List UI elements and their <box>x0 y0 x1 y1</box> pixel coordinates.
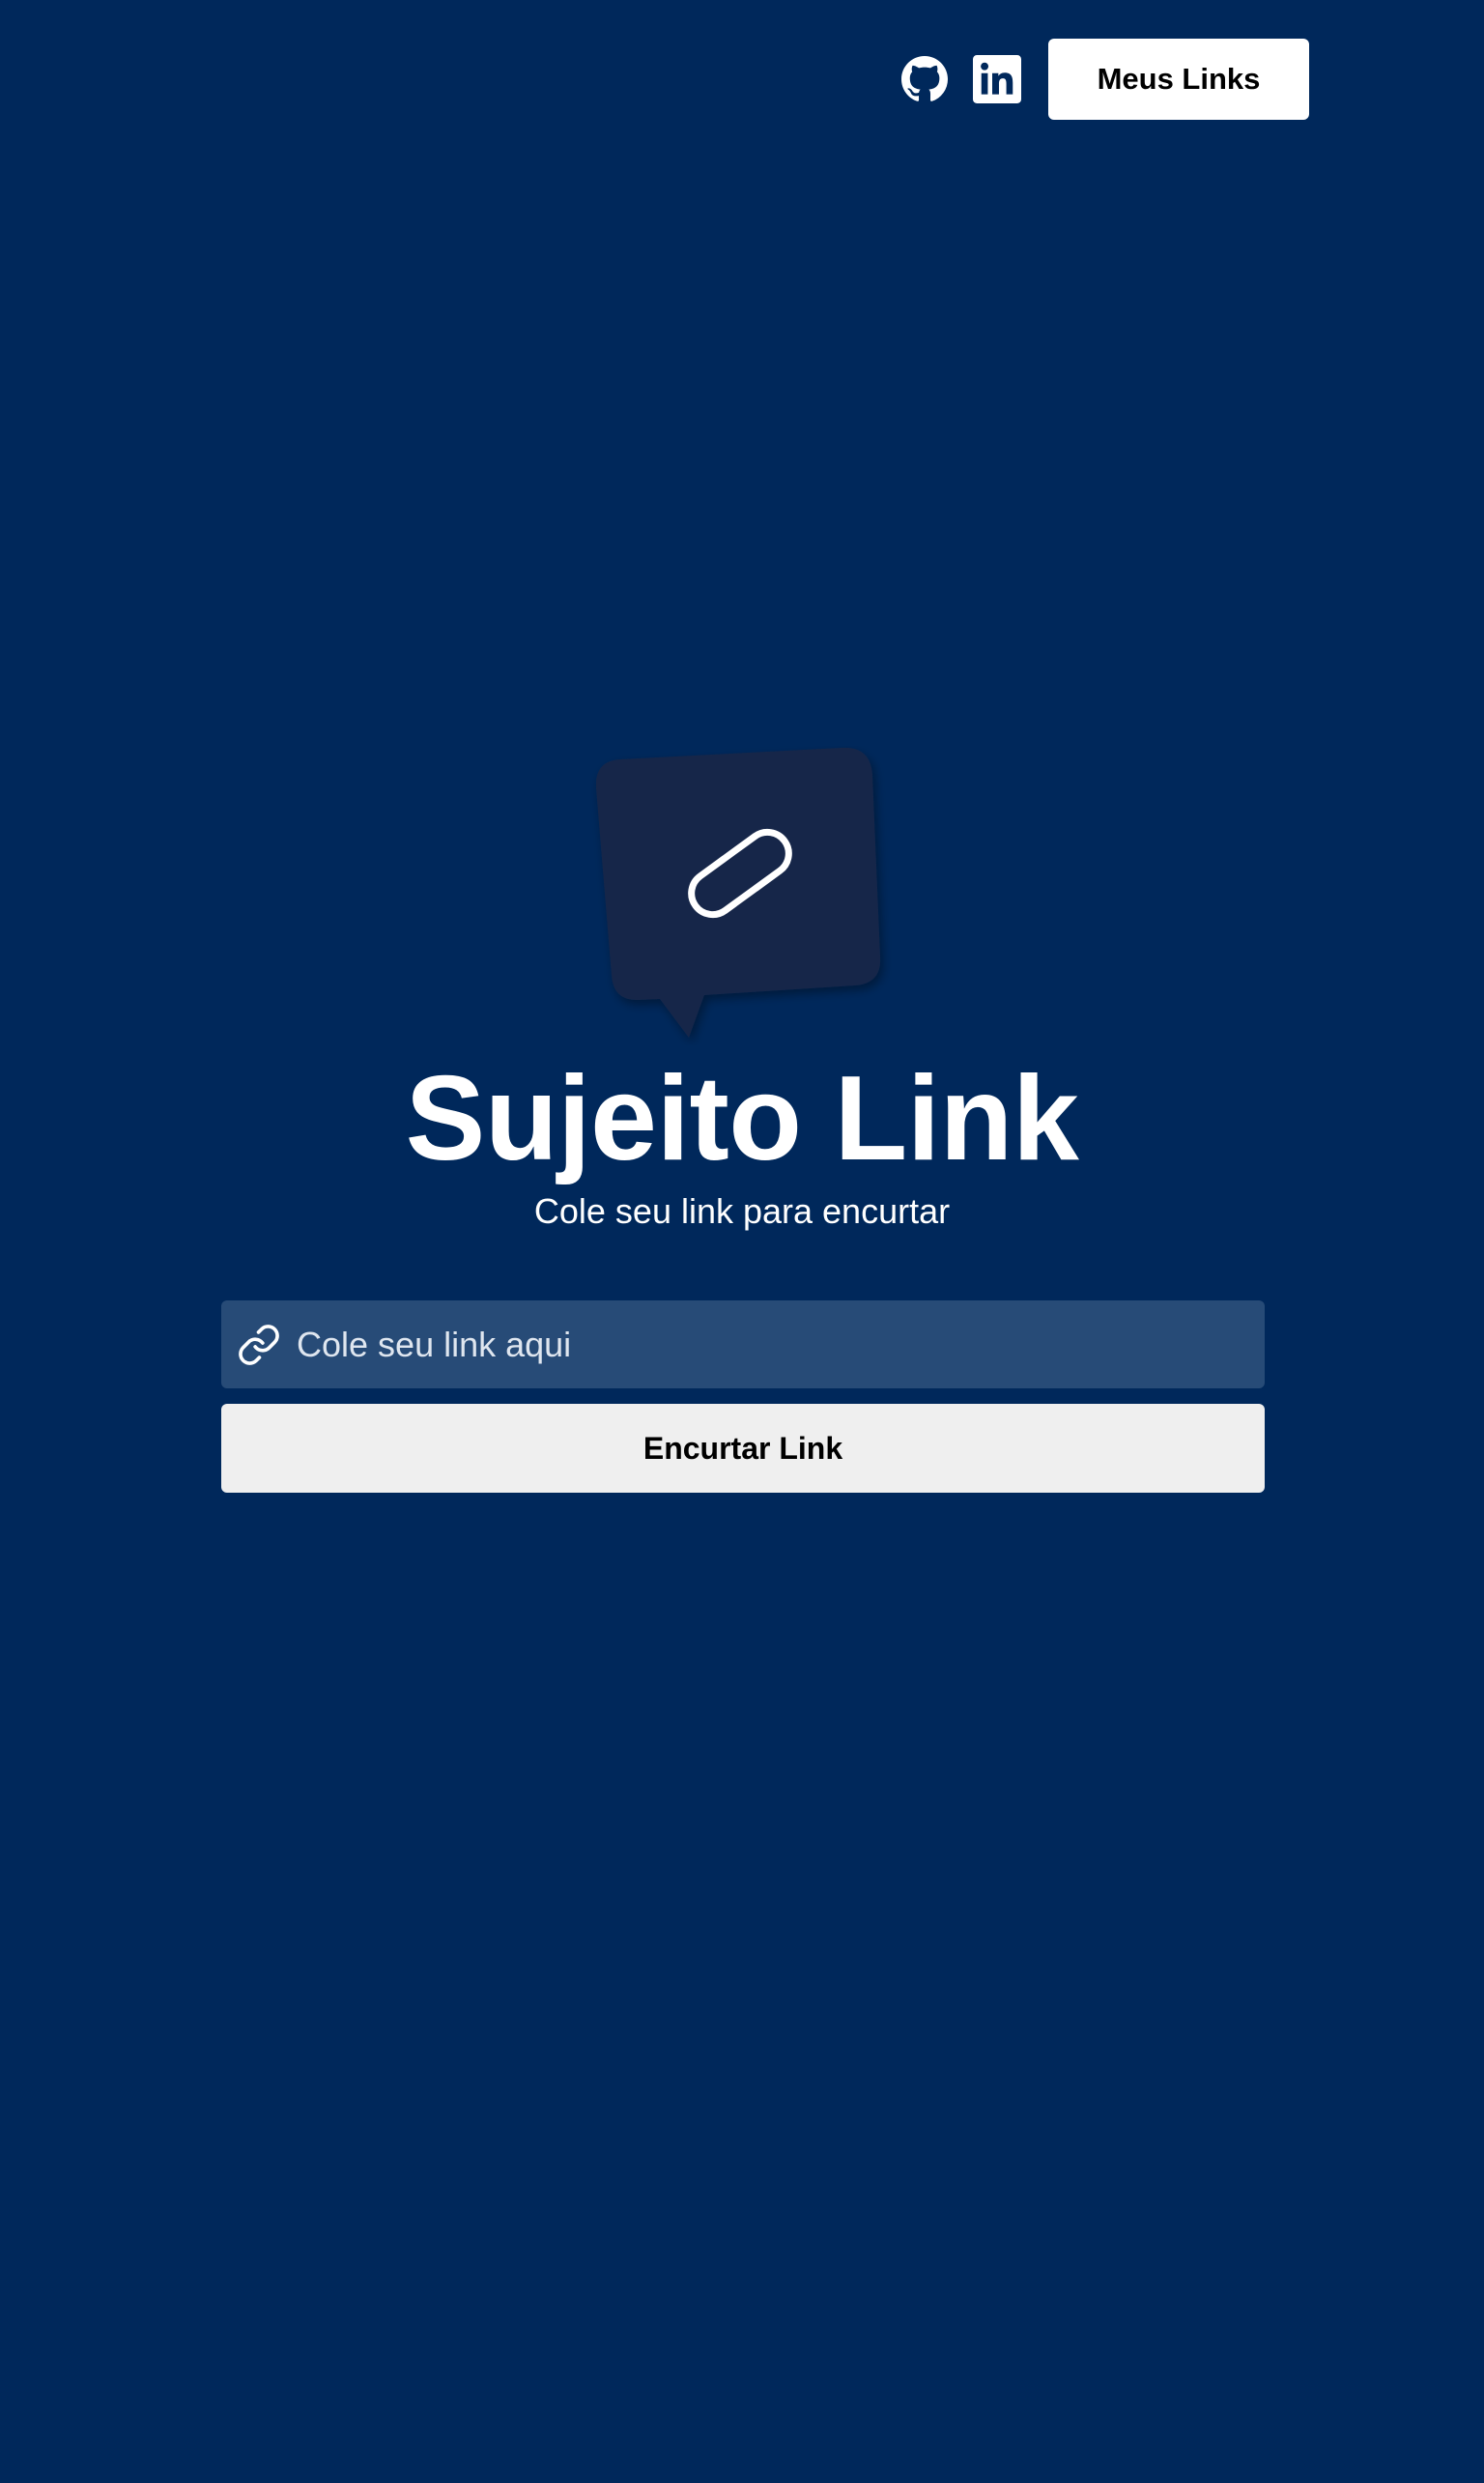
shorten-link-button[interactable]: Encurtar Link <box>221 1404 1265 1493</box>
chat-link-logo <box>590 746 892 1045</box>
link-icon <box>237 1323 281 1367</box>
link-input-field <box>221 1300 1265 1388</box>
page-subtitle: Cole seu link para encurtar <box>533 1191 951 1231</box>
linkedin-icon[interactable] <box>973 55 1021 103</box>
github-icon[interactable] <box>900 55 949 103</box>
link-input[interactable] <box>297 1300 1265 1388</box>
my-links-button[interactable]: Meus Links <box>1048 39 1309 120</box>
page-title: Sujeito Link <box>405 1052 1079 1185</box>
header-actions: Meus Links <box>900 39 1309 120</box>
